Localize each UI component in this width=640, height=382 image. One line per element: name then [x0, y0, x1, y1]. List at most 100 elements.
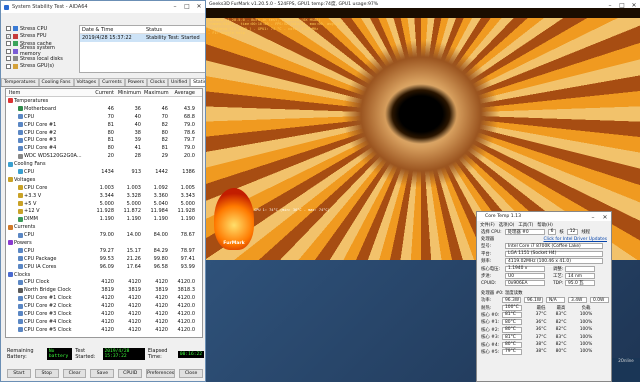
table-row[interactable]: Cooling Fans	[6, 160, 202, 168]
close-button[interactable]: Close	[179, 368, 203, 378]
start-button[interactable]: Start	[7, 368, 31, 378]
power-label: 功率:	[481, 298, 492, 304]
cpu-icon	[18, 264, 23, 270]
row-label: CPU Core #2 Clock	[24, 303, 72, 310]
table-row[interactable]: CPU Core #1 Clock 4120 4120 4120 4120.0	[6, 294, 202, 302]
menu-item[interactable]: 工具(T)	[518, 222, 533, 228]
table-row[interactable]: +5 V 5.000 5.000 5.040 5.000	[6, 200, 202, 208]
threads-unit: 线程	[581, 229, 591, 235]
cpu-select[interactable]: 处理器 #0	[504, 228, 545, 235]
stress-option[interactable]: ✓ Stress FPU	[6, 33, 76, 41]
checkbox-icon[interactable]: ✓	[6, 33, 11, 39]
furmark-titlebar[interactable]: Geeks3D FurMark v1.20.5.0 - 524FPS, GPU1…	[206, 0, 640, 8]
save-button[interactable]: Save	[90, 368, 115, 378]
table-row[interactable]: CPU 1434 913 1442 1386	[6, 168, 202, 176]
table-row[interactable]: North Bridge Clock 3819 3819 3819 3818.3	[6, 286, 202, 294]
stress-option[interactable]: Stress GPU(s)	[6, 63, 76, 71]
stress-option[interactable]: Stress system memory	[6, 45, 76, 57]
stress-icon	[13, 33, 18, 39]
tab-currents[interactable]: Currents	[99, 78, 125, 86]
tab-temperatures[interactable]: Temperatures	[1, 78, 39, 86]
row-value: 4120	[155, 318, 168, 325]
menu-item[interactable]: 选项(O)	[499, 222, 515, 228]
checkbox-icon[interactable]	[6, 48, 11, 54]
checkbox-icon[interactable]	[6, 63, 11, 69]
row-label-cell: Clocks	[6, 272, 90, 278]
col-header[interactable]: Maximum	[144, 90, 171, 96]
table-row[interactable]: CPU Core #3 81 39 82 79.7	[6, 136, 202, 144]
cpu-icon	[18, 327, 23, 333]
tab-powers[interactable]: Powers	[124, 78, 148, 86]
checkbox-icon[interactable]	[6, 26, 11, 32]
minimize-icon[interactable]: –	[604, 0, 616, 10]
table-row[interactable]: CPU 70 40 70 68.8	[6, 113, 202, 121]
maximize-icon[interactable]: □	[181, 1, 193, 11]
row-value: 3818.3	[177, 287, 196, 294]
table-row[interactable]: DIMM 1.190 1.190 1.190 1.190	[6, 215, 202, 223]
table-row[interactable]: CPU Core #2 Clock 4120 4120 4120 4120.0	[6, 302, 202, 310]
col-header[interactable]: Minimum	[117, 90, 144, 96]
row-value: 1.005	[180, 184, 195, 191]
cpuid-label: CPUID:	[481, 280, 497, 286]
tab-unified[interactable]: Unified	[167, 78, 191, 86]
processor-section: 处理器	[481, 237, 495, 243]
col-header[interactable]: Current	[90, 90, 117, 96]
menu-item[interactable]: 文件(F)	[480, 222, 495, 228]
intel-driver-link[interactable]: Click for Intel Driver Updates	[543, 237, 607, 242]
table-row[interactable]: WDC WDS120G2G0A... 20 28 29 20.0	[6, 152, 202, 160]
table-row[interactable]: Motherboard 46 36 46 43.9	[6, 105, 202, 113]
stress-option[interactable]: Stress CPU	[6, 25, 76, 33]
checkbox-icon[interactable]	[6, 56, 11, 62]
table-row[interactable]: CPU 79.27 15.17 84.29 78.97	[6, 247, 202, 255]
lithography-label: 工艺:	[553, 274, 564, 280]
table-row[interactable]: +3.3 V 3.344 3.328 3.360 3.343	[6, 192, 202, 200]
tab-voltages[interactable]: Voltages	[73, 78, 100, 86]
table-row[interactable]: CPU Core #5 Clock 4120 4120 4120 4120.0	[6, 326, 202, 334]
close-icon[interactable]: ✕	[193, 1, 205, 11]
table-row[interactable]: +12 V 11.928 11.872 11.984 11.928	[6, 207, 202, 215]
clear-button[interactable]: Clear	[62, 368, 87, 378]
table-row[interactable]: CPU Core #3 Clock 4120 4120 4120 4120.0	[6, 310, 202, 318]
table-row[interactable]: CPU Core #1 81 40 82 79.0	[6, 121, 202, 129]
table-row[interactable]: Temperatures	[6, 97, 202, 105]
minimize-icon[interactable]: –	[169, 1, 181, 11]
col-header[interactable]: Average	[171, 90, 198, 96]
stop-button[interactable]: Stop	[34, 368, 59, 378]
table-row[interactable]: CPU Clock 4120 4120 4120 4120.0	[6, 278, 202, 286]
table-row[interactable]: Clocks	[6, 271, 202, 279]
col-header[interactable]: Item	[6, 90, 90, 96]
cpuid-button[interactable]: CPUID	[118, 368, 143, 378]
checkbox-icon[interactable]	[6, 41, 11, 47]
stress-icon	[13, 63, 18, 69]
table-row[interactable]: Powers	[6, 239, 202, 247]
core-label: 核心 #4:	[481, 342, 500, 348]
tab-clocks[interactable]: Clocks	[147, 78, 168, 86]
row-value: 4120	[128, 318, 141, 325]
power-icon	[8, 240, 13, 246]
preferences-button[interactable]: Preferences	[146, 368, 176, 378]
row-label-cell: CPU Core #4 Clock	[6, 319, 90, 325]
close-icon[interactable]: ✕	[628, 0, 640, 10]
tab-cooling-fans[interactable]: Cooling Fans	[38, 78, 74, 86]
table-row[interactable]: CPU 79.00 14.00 84.00 78.67	[6, 231, 202, 239]
tab-statistics[interactable]: Statistics	[190, 78, 205, 86]
table-row[interactable]: CPU Core #4 Clock 4120 4120 4120 4120.0	[6, 318, 202, 326]
minimize-icon[interactable]: –	[587, 212, 599, 222]
cpu-icon	[18, 311, 23, 317]
table-row[interactable]: Currents	[6, 223, 202, 231]
table-row[interactable]: CPU Core 1.003 1.003 1.092 1.005	[6, 184, 202, 192]
menu-item[interactable]: 帮助(H)	[537, 222, 553, 228]
core-row: 核心 #3: 81°C 37°C 83°C 100%	[477, 333, 611, 341]
table-row[interactable]: Voltages	[6, 176, 202, 184]
row-value: 1.092	[153, 184, 168, 191]
power-value: 96.3W	[502, 297, 521, 304]
row-value: 4120	[128, 303, 141, 310]
maximize-icon[interactable]: □	[616, 0, 628, 10]
table-row[interactable]: CPU Core #2 80 38 80 78.6	[6, 129, 202, 137]
log-row[interactable]: 2019/4/28 15:37:22 Stability Test: Starte…	[80, 34, 205, 42]
table-row[interactable]: CPU IA Cores 96.09 17.64 96.58 93.99	[6, 263, 202, 271]
table-row[interactable]: CPU Package 99.53 21.26 99.80 97.41	[6, 255, 202, 263]
table-row[interactable]: CPU Core #4 80 41 81 79.0	[6, 144, 202, 152]
row-value: 3.344	[99, 192, 114, 199]
close-icon[interactable]: ✕	[599, 212, 611, 222]
